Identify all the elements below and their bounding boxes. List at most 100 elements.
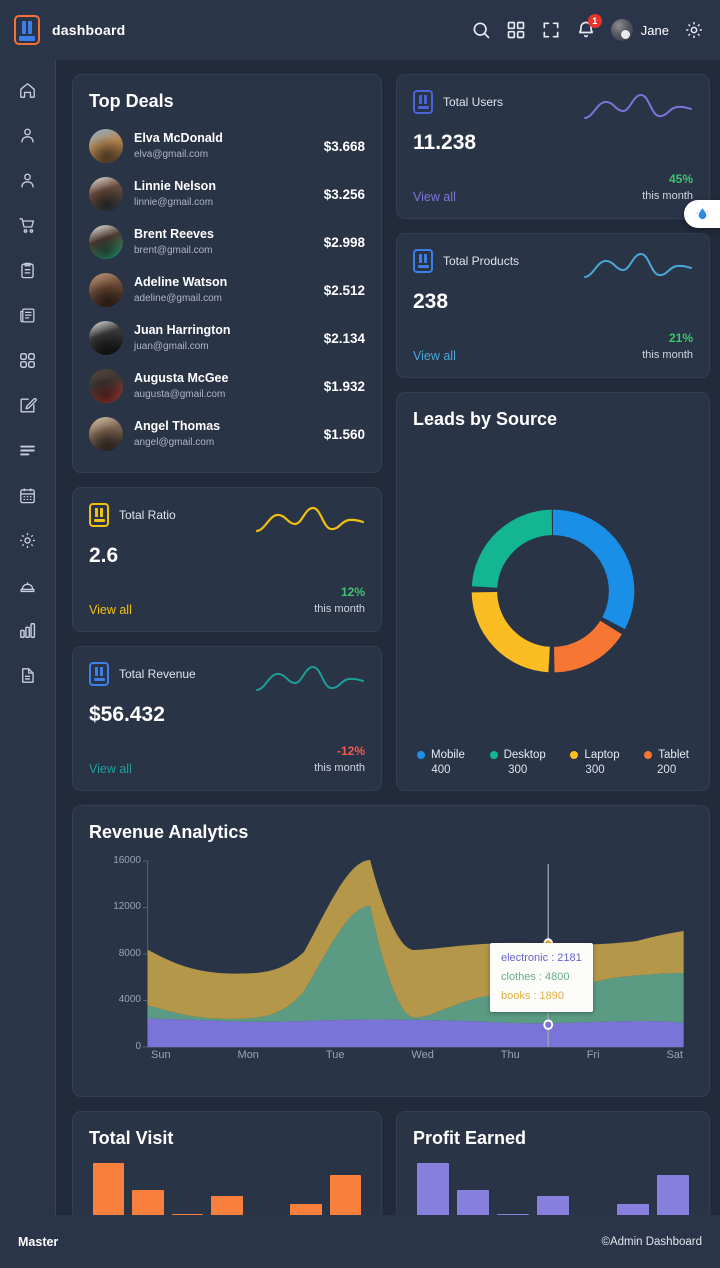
sidebar-item-profile[interactable] bbox=[10, 162, 46, 198]
sidebar-item-edit[interactable] bbox=[10, 387, 46, 423]
deal-name: Elva McDonald bbox=[134, 131, 223, 146]
view-all-link[interactable]: View all bbox=[413, 190, 456, 204]
deal-name: Linnie Nelson bbox=[134, 179, 216, 194]
bar[interactable] bbox=[497, 1214, 529, 1215]
trend: 21% this month bbox=[642, 331, 693, 363]
sidebar-item-apps[interactable] bbox=[10, 342, 46, 378]
trend: -12% this month bbox=[314, 744, 365, 776]
table-row[interactable]: Brent Reeves brent@gmail.com $2.998 bbox=[89, 218, 365, 266]
bar[interactable] bbox=[93, 1163, 125, 1215]
bar[interactable] bbox=[329, 1175, 361, 1215]
view-all-link[interactable]: View all bbox=[89, 762, 132, 776]
bar[interactable] bbox=[211, 1195, 243, 1215]
bar[interactable] bbox=[132, 1189, 164, 1215]
sparkline-chart bbox=[584, 93, 692, 119]
brand[interactable]: dashboard bbox=[14, 15, 125, 45]
table-row[interactable]: Juan Harrington juan@gmail.com $2.134 bbox=[89, 314, 365, 362]
view-all-link[interactable]: View all bbox=[89, 603, 132, 617]
deal-email: elva@gmail.com bbox=[134, 148, 209, 160]
bar[interactable] bbox=[617, 1203, 649, 1215]
donut-svg bbox=[471, 509, 635, 672]
trend-period: this month bbox=[314, 603, 365, 615]
x-tick: Fri bbox=[586, 1049, 600, 1061]
search-icon[interactable] bbox=[471, 20, 491, 40]
legend-value: 200 bbox=[657, 764, 677, 776]
trend-percent: -12% bbox=[336, 744, 365, 758]
leads-by-source-card: Leads by Source Mobile 400 Desktop 300 L… bbox=[396, 392, 710, 791]
deal-email: brent@gmail.com bbox=[134, 244, 213, 256]
main-content: Top Deals Elva McDonald elva@gmail.com $… bbox=[56, 60, 720, 1215]
table-row[interactable]: Adeline Watson adeline@gmail.com $2.512 bbox=[89, 266, 365, 314]
deal-email: angel@gmail.com bbox=[134, 436, 215, 448]
stat-value: 2.6 bbox=[89, 544, 119, 567]
bar[interactable] bbox=[657, 1175, 689, 1215]
bar[interactable] bbox=[171, 1214, 204, 1215]
grid-apps-icon[interactable] bbox=[506, 20, 526, 40]
deal-amount: $2.512 bbox=[323, 282, 365, 298]
deal-email: augusta@gmail.com bbox=[134, 388, 226, 400]
bell-icon[interactable]: 1 bbox=[576, 14, 602, 40]
total-revenue-card: Total Revenue $56.432 View all -12% this… bbox=[72, 646, 382, 791]
view-all-link[interactable]: View all bbox=[413, 349, 456, 363]
legend-item: Mobile 400 bbox=[417, 749, 465, 776]
total-visit-card: Total Visit bbox=[72, 1111, 382, 1215]
avatar bbox=[89, 321, 123, 355]
top-deals-title: Top Deals bbox=[89, 91, 174, 111]
theme-switcher-tab[interactable] bbox=[684, 200, 720, 228]
trend-period: this month bbox=[642, 190, 693, 202]
page-title: dashboard bbox=[52, 22, 126, 38]
legend-dot-tablet bbox=[644, 751, 653, 759]
gear-icon[interactable] bbox=[684, 20, 704, 40]
deal-name: Angel Thomas bbox=[134, 419, 221, 434]
legend-label: Tablet bbox=[658, 749, 689, 761]
top-header: dashboard 1 Jane bbox=[0, 0, 720, 60]
bottom-charts-row: Total Visit Profit Earned bbox=[72, 1111, 710, 1215]
deal-name: Juan Harrington bbox=[134, 323, 231, 338]
stat-label: Total Revenue bbox=[119, 667, 196, 681]
fullscreen-icon[interactable] bbox=[541, 20, 561, 40]
body: Top Deals Elva McDonald elva@gmail.com $… bbox=[0, 60, 720, 1215]
bar[interactable] bbox=[457, 1189, 489, 1215]
sidebar-item-tasks[interactable] bbox=[10, 252, 46, 288]
legend-item: Tablet 200 bbox=[644, 749, 689, 776]
legend-dot-laptop bbox=[570, 751, 579, 759]
area-chart: 16000 12000 8000 4000 0 Sun Mon Tue Wed … bbox=[89, 851, 695, 1084]
sidebar-item-calendar[interactable] bbox=[10, 477, 46, 513]
user-menu[interactable]: Jane bbox=[610, 19, 669, 41]
y-tick: 8000 bbox=[118, 948, 141, 959]
sidebar-item-charts[interactable] bbox=[10, 612, 46, 648]
logo-glyph bbox=[22, 20, 32, 34]
footer: Master ©Admin Dashboard bbox=[0, 1215, 720, 1268]
y-tick: 4000 bbox=[118, 994, 141, 1005]
footer-right-text: ©Admin Dashboard bbox=[601, 1235, 702, 1248]
bar[interactable] bbox=[537, 1195, 569, 1215]
legend-item: Laptop 300 bbox=[570, 749, 620, 776]
sidebar-item-home[interactable] bbox=[10, 72, 46, 108]
app-device-icon bbox=[413, 90, 433, 114]
dashboard-grid: Top Deals Elva McDonald elva@gmail.com $… bbox=[72, 74, 710, 791]
table-row[interactable]: Angel Thomas angel@gmail.com $1.560 bbox=[89, 410, 365, 458]
sidebar-item-list[interactable] bbox=[10, 432, 46, 468]
profit-earned-title: Profit Earned bbox=[413, 1128, 527, 1148]
bar[interactable] bbox=[417, 1163, 449, 1215]
sidebar-item-documents[interactable] bbox=[10, 657, 46, 693]
total-ratio-card: Total Ratio 2.6 View all 12% this month bbox=[72, 487, 382, 632]
sparkline-chart bbox=[255, 506, 365, 533]
table-row[interactable]: Elva McDonald elva@gmail.com $3.668 bbox=[89, 122, 365, 170]
trend: 45% this month bbox=[642, 172, 693, 204]
x-tick: Sun bbox=[151, 1049, 171, 1061]
sidebar-item-news[interactable] bbox=[10, 297, 46, 333]
bar[interactable] bbox=[290, 1203, 322, 1215]
deal-email: linnie@gmail.com bbox=[134, 196, 214, 208]
table-row[interactable]: Augusta McGee augusta@gmail.com $1.932 bbox=[89, 362, 365, 410]
table-row[interactable]: Linnie Nelson linnie@gmail.com $3.256 bbox=[89, 170, 365, 218]
stat-value: 11.238 bbox=[413, 131, 477, 154]
app-device-icon bbox=[89, 503, 109, 527]
sidebar-item-users[interactable] bbox=[10, 117, 46, 153]
chart-tooltip: electronic : 2181 clothes : 4800 books :… bbox=[490, 943, 593, 1012]
x-tick: Mon bbox=[237, 1049, 259, 1061]
sidebar-item-settings[interactable] bbox=[10, 522, 46, 558]
y-tick: 16000 bbox=[113, 855, 141, 866]
sidebar-item-layers[interactable] bbox=[10, 567, 46, 603]
sidebar-item-orders[interactable] bbox=[10, 207, 46, 243]
